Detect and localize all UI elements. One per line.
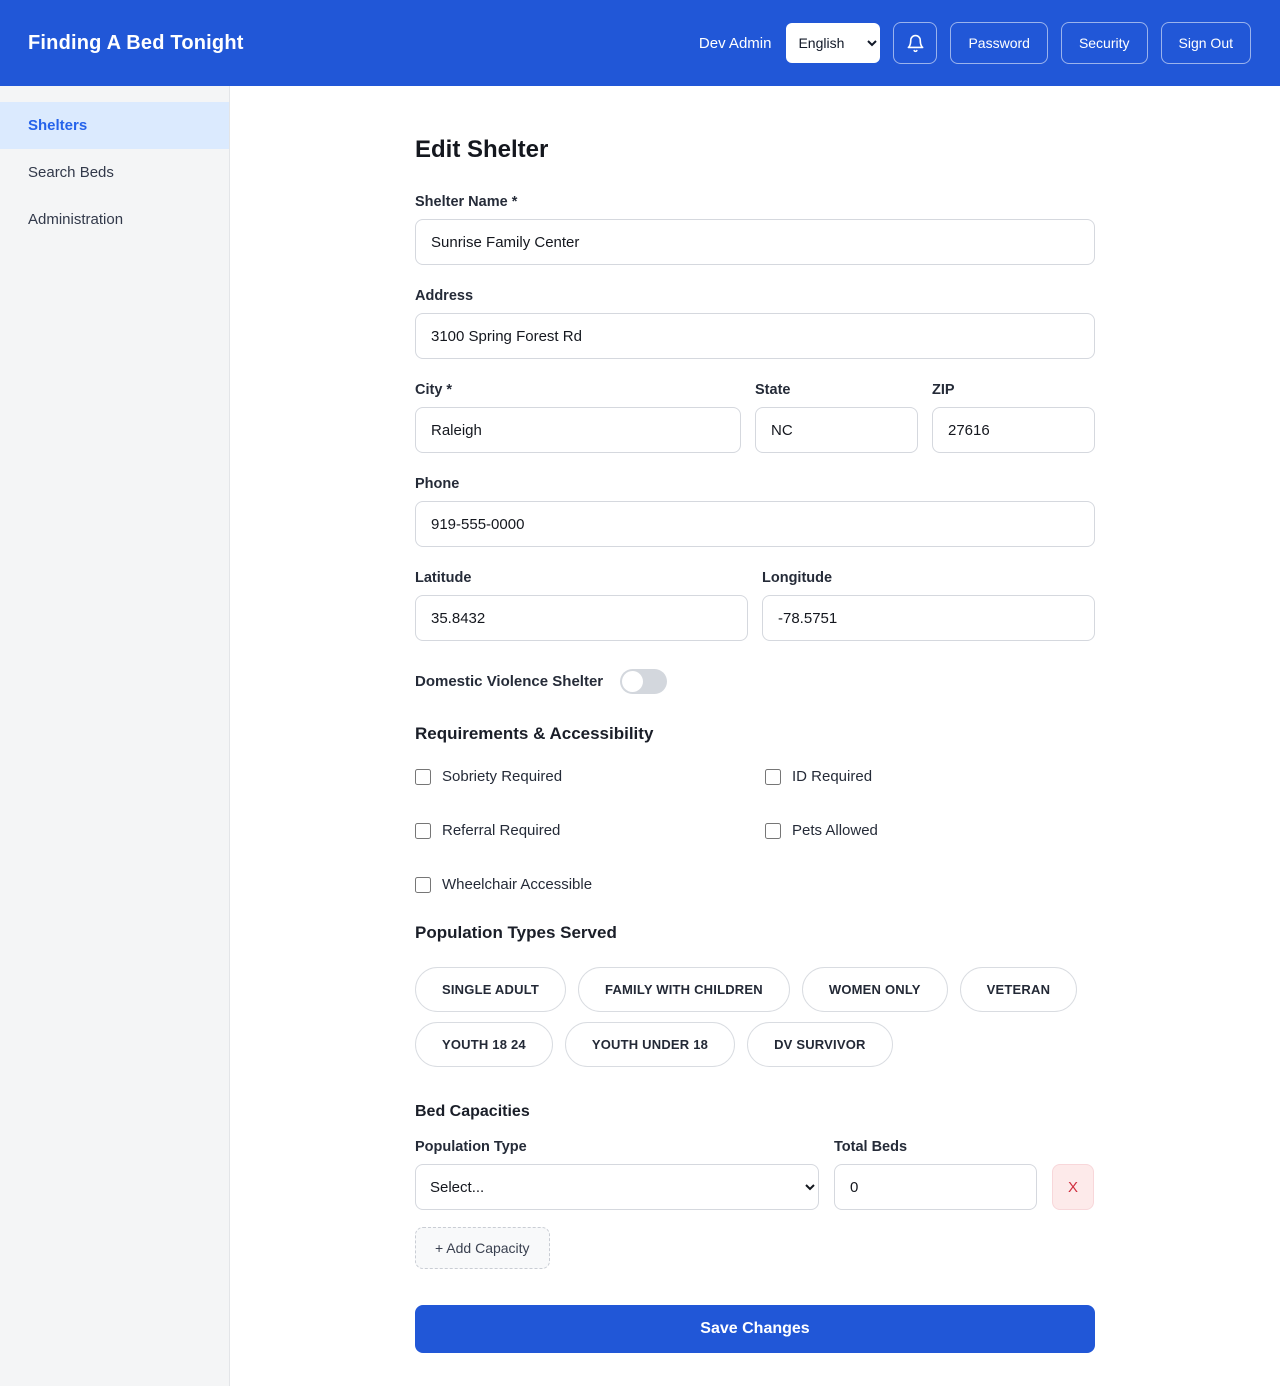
top-bar: Finding A Bed Tonight Dev Admin English … <box>0 0 1280 86</box>
population-type-select[interactable]: Select... <box>415 1164 819 1210</box>
shelter-name-label: Shelter Name * <box>415 194 518 210</box>
sign-out-button[interactable]: Sign Out <box>1160 22 1251 64</box>
page-title: Edit Shelter <box>415 136 549 163</box>
checkbox-label: ID Required <box>792 768 873 785</box>
requirements-heading: Requirements & Accessibility <box>415 724 654 743</box>
total-beds-label: Total Beds <box>834 1139 908 1155</box>
notifications-button[interactable] <box>893 22 938 64</box>
app-brand: Finding A Bed Tonight <box>28 31 244 54</box>
remove-capacity-button[interactable]: X <box>1052 1164 1094 1210</box>
longitude-label: Longitude <box>762 570 833 586</box>
pill-dv-survivor[interactable]: DV SURVIVOR <box>747 1022 893 1067</box>
top-bar-actions: Dev Admin English Password Security Sign… <box>699 22 1251 64</box>
dv-shelter-toggle[interactable] <box>620 669 668 694</box>
checkbox-pets-allowed[interactable]: Pets Allowed <box>765 822 1095 839</box>
add-capacity-button[interactable]: + Add Capacity <box>415 1227 550 1269</box>
requirements-checkbox-grid: Sobriety Required ID Required Referral R… <box>415 768 1095 893</box>
language-select[interactable]: English <box>786 23 881 63</box>
capacity-row: Population Type Select... Total Beds X <box>415 1139 1095 1210</box>
bell-icon <box>907 34 924 52</box>
referral-required-checkbox[interactable] <box>415 822 431 839</box>
checkbox-label: Sobriety Required <box>442 768 563 785</box>
id-required-checkbox[interactable] <box>765 768 781 785</box>
checkbox-sobriety-required[interactable]: Sobriety Required <box>415 768 745 785</box>
sidebar-nav: Shelters Search Beds Administration <box>0 86 230 1386</box>
checkbox-label: Wheelchair Accessible <box>442 876 593 893</box>
phone-label: Phone <box>415 476 460 492</box>
toggle-knob <box>622 671 644 692</box>
wheelchair-accessible-checkbox[interactable] <box>415 876 431 893</box>
populations-heading: Population Types Served <box>415 923 617 942</box>
checkbox-label: Pets Allowed <box>792 822 878 839</box>
total-beds-field[interactable] <box>834 1164 1037 1210</box>
city-field[interactable] <box>415 407 741 453</box>
pill-youth-under-18[interactable]: YOUTH UNDER 18 <box>564 1022 736 1067</box>
pill-family-with-children[interactable]: FAMILY WITH CHILDREN <box>578 967 790 1012</box>
pets-allowed-checkbox[interactable] <box>765 822 781 839</box>
dv-shelter-toggle-label: Domestic Violence Shelter <box>415 673 604 690</box>
checkbox-id-required[interactable]: ID Required <box>765 768 1095 785</box>
address-field[interactable] <box>415 313 1095 359</box>
city-label: City * <box>415 382 453 398</box>
latitude-label: Latitude <box>415 570 472 586</box>
sidebar-item-administration[interactable]: Administration <box>0 196 229 243</box>
state-label: State <box>755 382 791 398</box>
checkbox-referral-required[interactable]: Referral Required <box>415 822 745 839</box>
sobriety-required-checkbox[interactable] <box>415 768 431 785</box>
address-label: Address <box>415 288 474 304</box>
population-pills: SINGLE ADULT FAMILY WITH CHILDREN WOMEN … <box>415 967 1095 1067</box>
sidebar-item-search-beds[interactable]: Search Beds <box>0 149 229 196</box>
pill-single-adult[interactable]: SINGLE ADULT <box>415 967 567 1012</box>
checkbox-label: Referral Required <box>442 822 561 839</box>
zip-field[interactable] <box>932 407 1095 453</box>
sidebar-item-shelters[interactable]: Shelters <box>0 102 229 149</box>
longitude-field[interactable] <box>762 595 1095 641</box>
latitude-field[interactable] <box>415 595 748 641</box>
phone-field[interactable] <box>415 501 1095 547</box>
user-name: Dev Admin <box>698 34 772 52</box>
save-changes-button[interactable]: Save Changes <box>415 1305 1095 1353</box>
zip-label: ZIP <box>932 382 955 398</box>
population-type-label: Population Type <box>415 1139 527 1155</box>
checkbox-wheelchair-accessible[interactable]: Wheelchair Accessible <box>415 876 745 893</box>
pill-youth-18-24[interactable]: YOUTH 18 24 <box>415 1022 553 1067</box>
edit-shelter-form: Edit Shelter Shelter Name * Address City… <box>415 136 1095 1353</box>
password-button[interactable]: Password <box>950 22 1048 64</box>
bed-capacities-heading: Bed Capacities <box>415 1103 530 1120</box>
pill-women-only[interactable]: WOMEN ONLY <box>801 967 948 1012</box>
security-button[interactable]: Security <box>1060 22 1148 64</box>
state-field[interactable] <box>755 407 918 453</box>
shelter-name-field[interactable] <box>415 219 1095 265</box>
main-content: Edit Shelter Shelter Name * Address City… <box>230 86 1280 1386</box>
pill-veteran[interactable]: VETERAN <box>959 967 1078 1012</box>
